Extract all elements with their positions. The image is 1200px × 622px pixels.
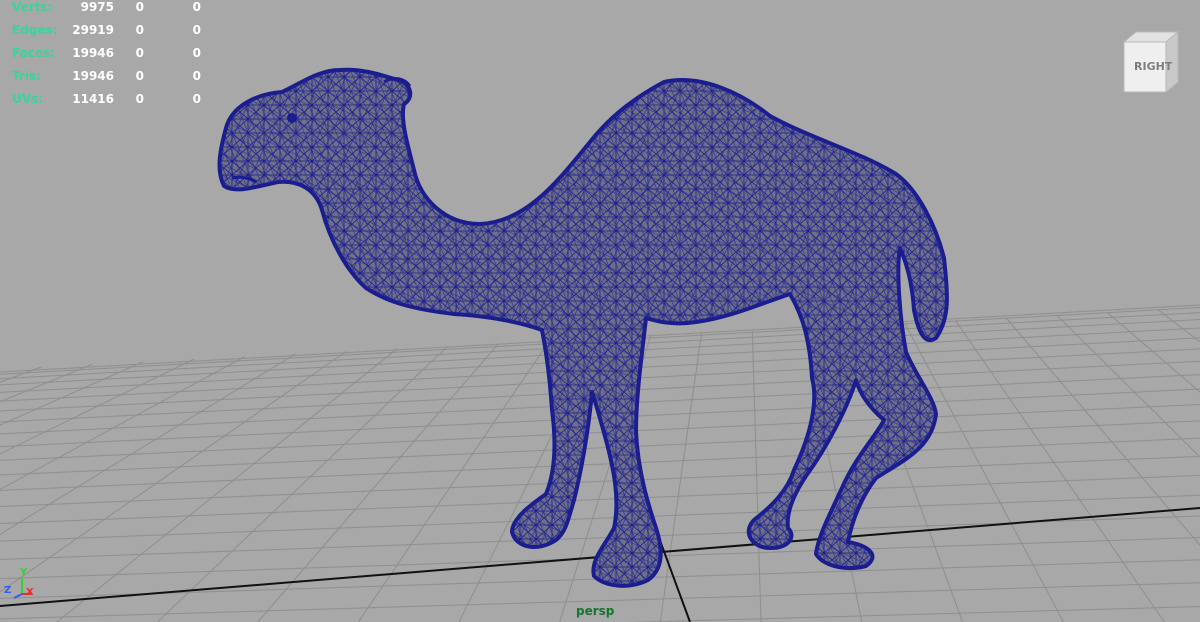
axis-y-label: Y <box>20 567 28 578</box>
grid-line <box>357 340 550 622</box>
hud-value: 0 <box>135 69 144 83</box>
hud-value: 0 <box>135 46 144 60</box>
hud-row-edges: Edges: 29919 0 0 <box>12 23 212 46</box>
hud-value: 0 <box>135 0 144 14</box>
grid-line <box>954 320 1166 622</box>
grid-line <box>1158 309 1200 343</box>
hud-row-uvs: UVs: 11416 0 0 <box>12 92 212 115</box>
hud-value: 0 <box>192 92 201 106</box>
camel-mesh[interactable] <box>217 67 949 588</box>
grid-line <box>1005 317 1200 547</box>
hud-value: 0 <box>192 69 201 83</box>
maya-viewport[interactable]: Verts: 9975 0 0 Edges: 29919 0 0 Faces: … <box>0 0 1200 622</box>
hud-value: 19946 <box>72 46 114 60</box>
hud-row-faces: Faces: 19946 0 0 <box>12 46 212 69</box>
hud-label: Faces: <box>12 46 55 60</box>
hud-label: UVs: <box>12 92 43 106</box>
hud-value: 0 <box>192 46 201 60</box>
axis-x-label: X <box>26 587 34 598</box>
grid-line <box>1107 312 1200 393</box>
camera-name-label: persp <box>576 604 615 618</box>
grid-line <box>257 343 499 622</box>
axis-indicator: Y Z X <box>2 568 42 606</box>
hud-value: 29919 <box>72 23 114 37</box>
camel-eye <box>287 113 297 123</box>
hud-label: Tris: <box>12 69 41 83</box>
view-cube[interactable]: RIGHT <box>1116 30 1182 96</box>
hud-value: 0 <box>192 0 201 14</box>
grid-line <box>751 330 762 622</box>
view-cube-face-label[interactable]: RIGHT <box>1134 60 1172 73</box>
hud-value: 0 <box>135 23 144 37</box>
hud-label: Verts: <box>12 0 53 14</box>
poly-count-hud: Verts: 9975 0 0 Edges: 29919 0 0 Faces: … <box>12 0 212 115</box>
grid-line <box>1056 314 1200 458</box>
hud-value: 0 <box>192 23 201 37</box>
grid-line <box>0 494 1200 542</box>
hud-value: 0 <box>135 92 144 106</box>
hud-value: 19946 <box>72 69 114 83</box>
hud-value: 9975 <box>80 0 114 14</box>
hud-label: Edges: <box>12 23 58 37</box>
hud-row-tris: Tris: 19946 0 0 <box>12 69 212 92</box>
hud-row-verts: Verts: 9975 0 0 <box>12 0 212 23</box>
hud-value: 11416 <box>72 92 114 106</box>
axis-z-label: Z <box>4 585 12 596</box>
